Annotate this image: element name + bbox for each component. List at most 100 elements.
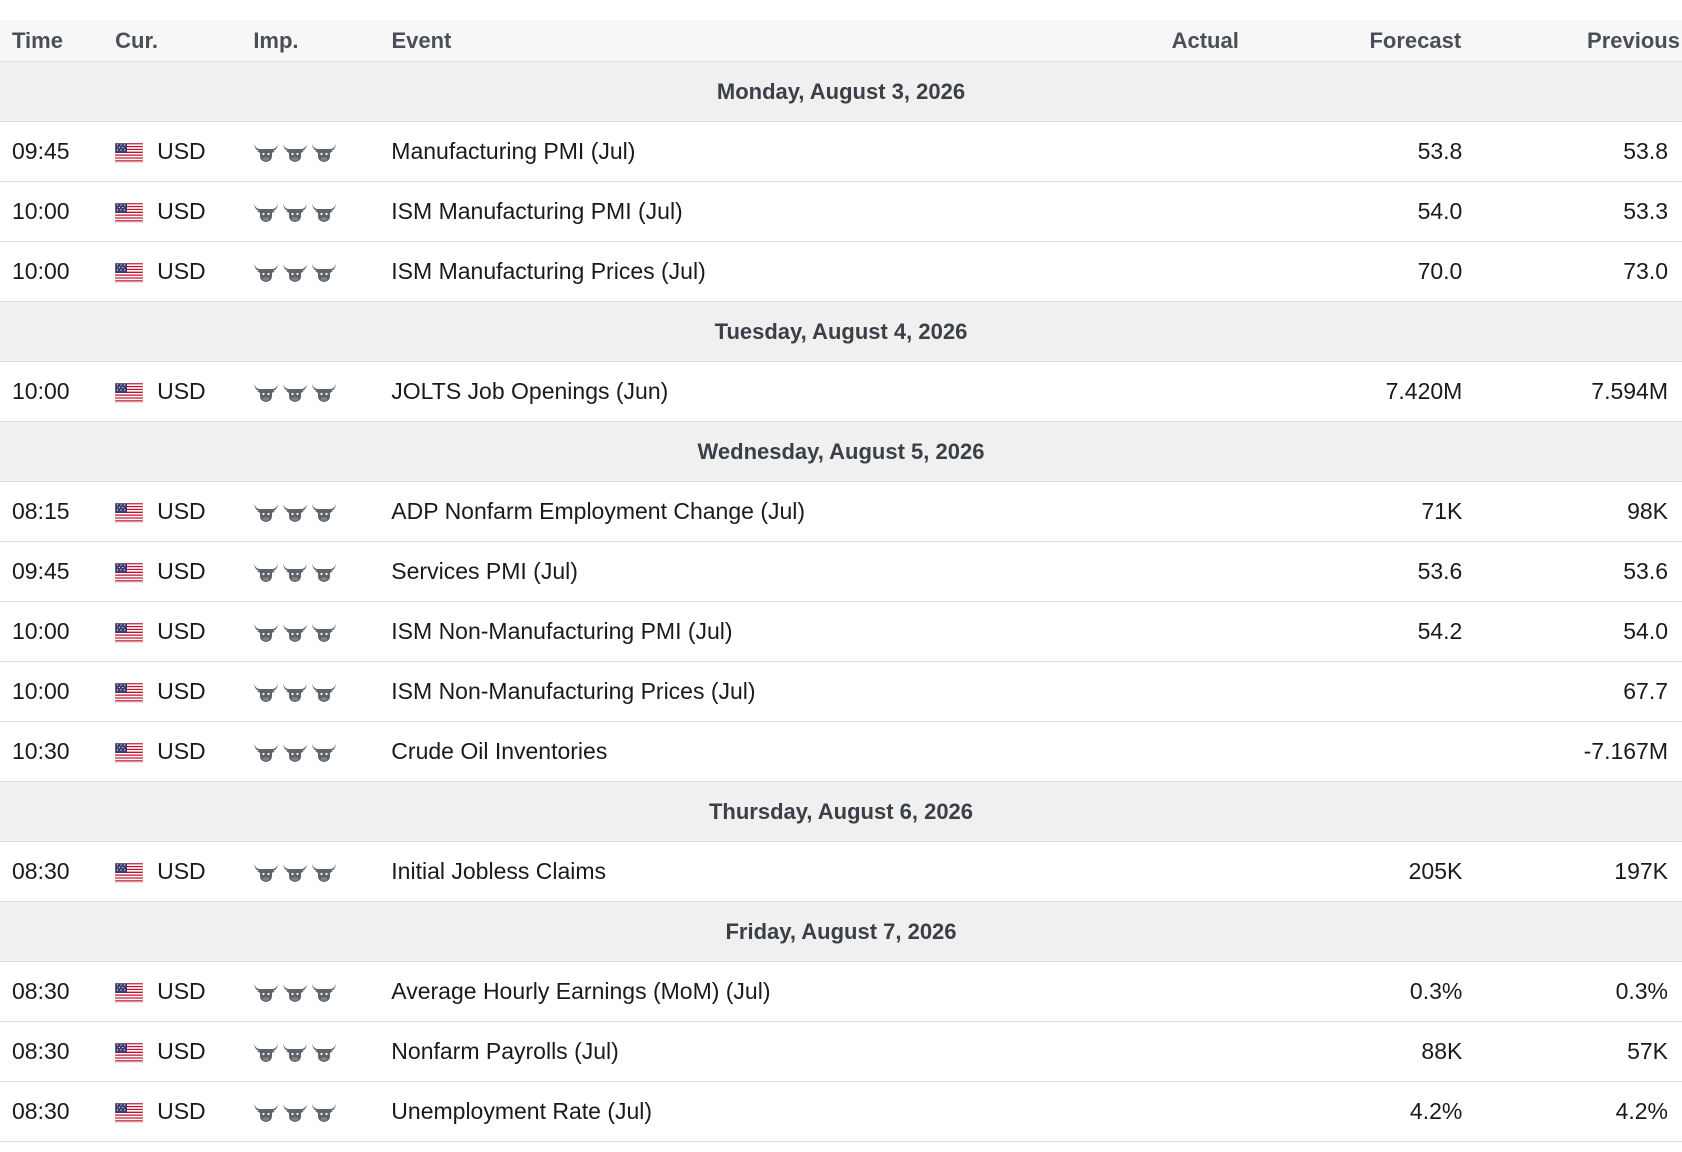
event-previous: 98K xyxy=(1627,498,1668,524)
bull-icon xyxy=(282,381,308,403)
event-name[interactable]: ADP Nonfarm Employment Change (Jul) xyxy=(391,498,1026,525)
event-currency: USD xyxy=(114,618,253,645)
us-flag-icon xyxy=(114,502,144,523)
event-importance xyxy=(253,201,391,223)
event-name[interactable]: Nonfarm Payrolls (Jul) xyxy=(391,1038,1026,1065)
event-row[interactable]: 10:00 USD ISM Manufacturing Prices (Jul) 70… xyxy=(0,242,1682,302)
header-importance[interactable]: Imp. xyxy=(253,28,391,54)
event-row[interactable]: 08:30 USD Nonfarm Payrolls (Jul) 88K 57K xyxy=(0,1022,1682,1082)
bull-icon xyxy=(282,681,308,703)
event-currency: USD xyxy=(114,558,253,585)
event-row[interactable]: 08:30 USD Average Hourly Earnings (MoM) (J… xyxy=(0,962,1682,1022)
event-row[interactable]: 09:45 USD Services PMI (Jul) 53.6 53.6 xyxy=(0,542,1682,602)
event-time: 09:45 xyxy=(12,558,70,584)
event-previous: 57K xyxy=(1627,1038,1668,1064)
event-previous: 67.7 xyxy=(1623,678,1668,704)
event-name[interactable]: Initial Jobless Claims xyxy=(391,858,1026,885)
event-forecast: 88K xyxy=(1421,1038,1463,1064)
header-currency[interactable]: Cur. xyxy=(115,28,253,54)
event-importance xyxy=(253,621,391,643)
event-row[interactable]: 10:00 USD ISM Non-Manufacturing Prices (Ju… xyxy=(0,662,1682,722)
event-row[interactable]: 10:30 USD Crude Oil Inventories -7.167M xyxy=(0,722,1682,782)
event-row[interactable]: 10:00 USD ISM Non-Manufacturing PMI (Jul) 5… xyxy=(0,602,1682,662)
header-previous[interactable]: Previous xyxy=(1479,28,1682,54)
event-name[interactable]: ISM Manufacturing Prices (Jul) xyxy=(391,258,1026,285)
event-time: 08:30 xyxy=(12,978,70,1004)
event-name[interactable]: Crude Oil Inventories xyxy=(391,738,1026,765)
bull-icon xyxy=(282,501,308,523)
event-forecast: 71K xyxy=(1421,498,1463,524)
bull-icon xyxy=(282,1041,308,1063)
event-currency: USD xyxy=(114,738,253,765)
event-importance xyxy=(253,261,391,283)
us-flag-icon xyxy=(114,862,144,883)
event-previous: 54.0 xyxy=(1623,618,1668,644)
bull-icon xyxy=(253,1101,279,1123)
event-name[interactable]: ISM Manufacturing PMI (Jul) xyxy=(391,198,1026,225)
event-time: 08:30 xyxy=(12,858,70,884)
event-name[interactable]: Services PMI (Jul) xyxy=(391,558,1026,585)
bull-icon xyxy=(282,1101,308,1123)
bull-icon xyxy=(282,561,308,583)
event-row[interactable]: 10:00 USD ISM Manufacturing PMI (Jul) 54.0 5… xyxy=(0,182,1682,242)
event-importance xyxy=(253,861,391,883)
event-time: 10:00 xyxy=(12,378,70,404)
event-importance xyxy=(253,741,391,763)
event-name[interactable]: ISM Non-Manufacturing PMI (Jul) xyxy=(391,618,1026,645)
bull-icon xyxy=(253,561,279,583)
bull-icon xyxy=(311,561,337,583)
event-previous: 53.3 xyxy=(1623,198,1668,224)
event-name[interactable]: Unemployment Rate (Jul) xyxy=(391,1098,1026,1125)
us-flag-icon xyxy=(114,622,144,643)
bull-icon xyxy=(311,1101,337,1123)
header-event[interactable]: Event xyxy=(391,28,1027,54)
bull-icon xyxy=(253,621,279,643)
event-currency: USD xyxy=(114,378,253,405)
table-header: Time Cur. Imp. Event Actual Forecast Pre… xyxy=(0,20,1682,62)
header-forecast[interactable]: Forecast xyxy=(1255,28,1479,54)
date-group-header: Wednesday, August 5, 2026 xyxy=(0,422,1682,482)
bull-icon xyxy=(253,261,279,283)
event-previous: 4.2% xyxy=(1615,1098,1668,1124)
event-time: 10:00 xyxy=(12,618,70,644)
event-forecast: 205K xyxy=(1408,858,1463,884)
event-row[interactable]: 10:00 USD JOLTS Job Openings (Jun) 7.420M 7.… xyxy=(0,362,1682,422)
bull-icon xyxy=(282,621,308,643)
event-currency: USD xyxy=(114,138,253,165)
bull-icon xyxy=(253,1041,279,1063)
header-actual[interactable]: Actual xyxy=(1027,28,1255,54)
currency-code: USD xyxy=(157,198,206,224)
currency-code: USD xyxy=(157,1038,206,1064)
event-row[interactable]: 08:30 USD Initial Jobless Claims 205K 197K xyxy=(0,842,1682,902)
event-forecast: 70.0 xyxy=(1417,258,1463,284)
bull-icon xyxy=(311,741,337,763)
event-time: 08:30 xyxy=(12,1098,70,1124)
bull-icon xyxy=(311,981,337,1003)
event-row[interactable]: 08:30 USD Unemployment Rate (Jul) 4.2% 4.2% xyxy=(0,1082,1682,1142)
bull-icon xyxy=(253,381,279,403)
event-name[interactable]: JOLTS Job Openings (Jun) xyxy=(391,378,1026,405)
bull-icon xyxy=(253,741,279,763)
us-flag-icon xyxy=(114,1042,144,1063)
event-name[interactable]: ISM Non-Manufacturing Prices (Jul) xyxy=(391,678,1026,705)
event-row[interactable]: 09:45 USD Manufacturing PMI (Jul) 53.8 53.8 xyxy=(0,122,1682,182)
header-time[interactable]: Time xyxy=(0,28,115,54)
bull-icon xyxy=(282,261,308,283)
event-previous: 0.3% xyxy=(1615,978,1668,1004)
bull-icon xyxy=(311,381,337,403)
event-forecast: 4.2% xyxy=(1409,1098,1463,1124)
event-row[interactable]: 08:15 USD ADP Nonfarm Employment Change (J… xyxy=(0,482,1682,542)
event-name[interactable]: Manufacturing PMI (Jul) xyxy=(391,138,1026,165)
event-currency: USD xyxy=(114,198,253,225)
event-importance xyxy=(253,1041,391,1063)
event-previous: 197K xyxy=(1614,858,1668,884)
bull-icon xyxy=(311,501,337,523)
us-flag-icon xyxy=(114,142,144,163)
event-currency: USD xyxy=(114,858,253,885)
currency-code: USD xyxy=(157,618,206,644)
event-time: 08:30 xyxy=(12,1038,70,1064)
date-group-header: Tuesday, August 4, 2026 xyxy=(0,302,1682,362)
date-group-header: Monday, August 3, 2026 xyxy=(0,62,1682,122)
event-name[interactable]: Average Hourly Earnings (MoM) (Jul) xyxy=(391,978,1026,1005)
bull-icon xyxy=(253,981,279,1003)
